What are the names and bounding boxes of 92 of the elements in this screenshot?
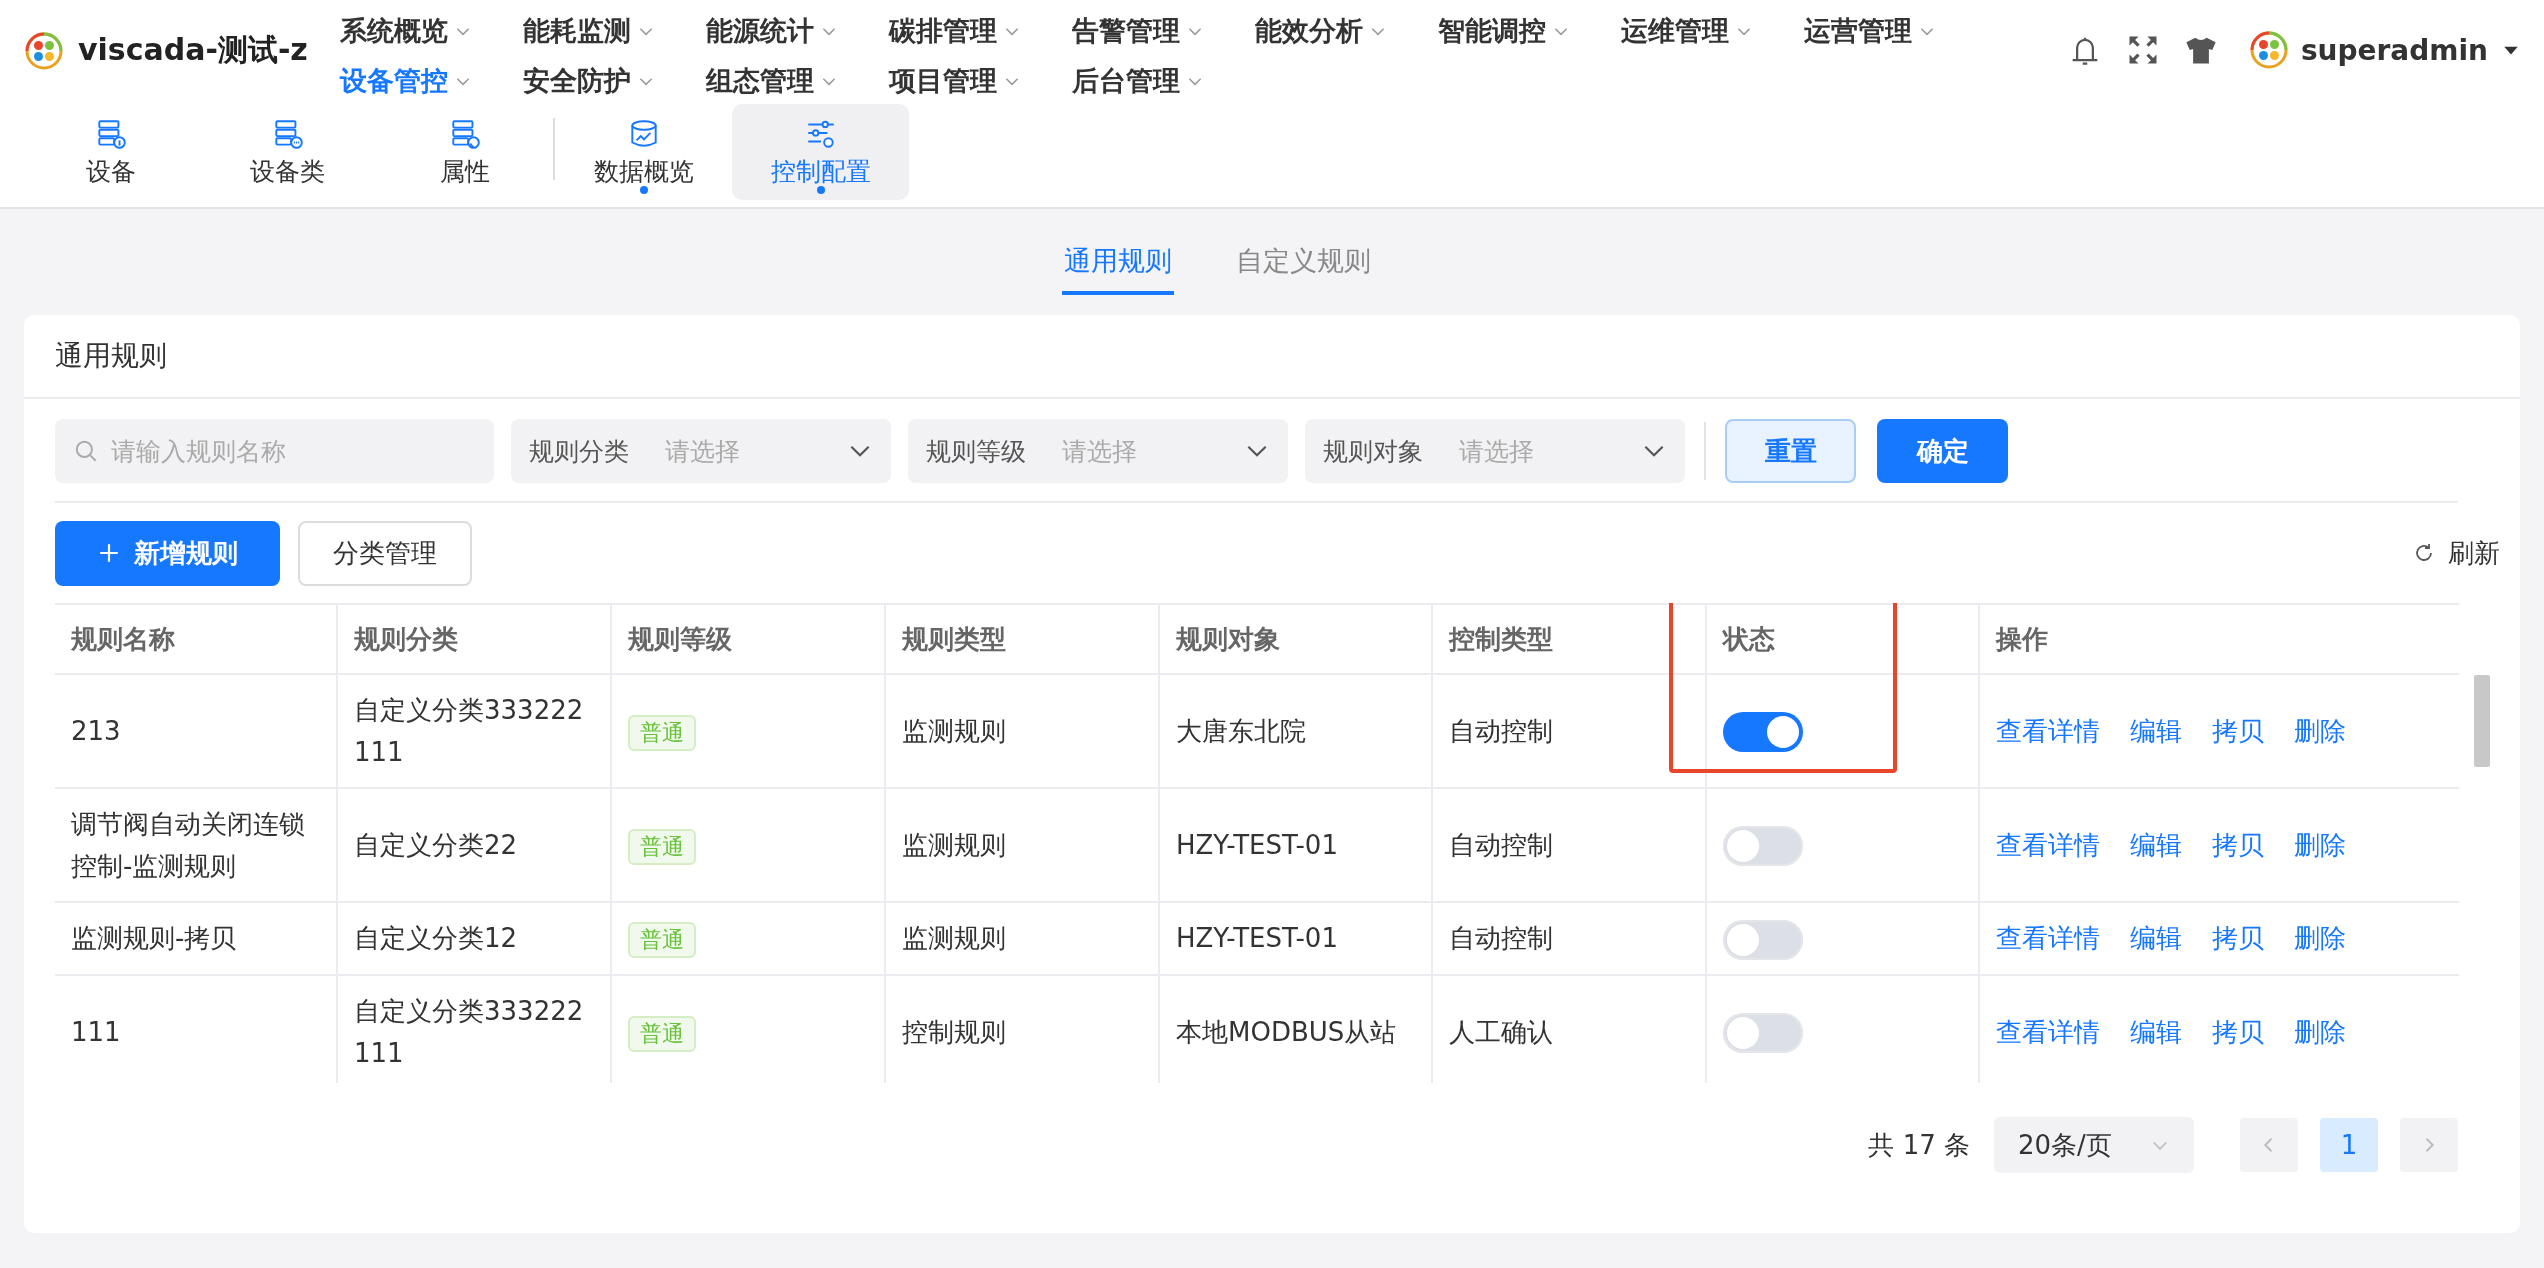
action-link[interactable]: 拷贝 [2212, 710, 2264, 752]
nav-menu-item[interactable]: 后台管理 [1072, 60, 1255, 102]
table-cell: 控制规则 [902, 1016, 1006, 1047]
sub-nav-tab[interactable]: 属性 [376, 104, 553, 200]
action-link[interactable]: 拷贝 [2212, 824, 2264, 866]
confirm-button[interactable]: 确定 [1877, 419, 2008, 483]
table-cell: 人工确认 [1449, 1016, 1553, 1047]
column-header: 规则类型 [902, 623, 1006, 654]
table-cell: 监测规则 [902, 716, 1006, 746]
search-field[interactable]: 请输入规则名称 [55, 419, 494, 483]
table-cell: 自定义分类22 [354, 830, 518, 860]
action-link[interactable]: 拷贝 [2212, 917, 2264, 960]
action-link[interactable]: 查看详情 [1996, 710, 2100, 752]
table-cell: 213 [71, 716, 121, 746]
select-field[interactable]: 规则等级 请选择 [908, 419, 1288, 483]
nav-menu-item[interactable]: 能效分析 [1255, 10, 1438, 52]
sub-nav-tab[interactable]: 设备类 [199, 104, 376, 200]
table-cell: 自定义分类333222111 [354, 695, 584, 767]
status-toggle[interactable] [1723, 919, 1803, 960]
table-cell: 自定义分类333222111 [354, 995, 584, 1068]
sub-nav-tab[interactable]: 控制配置 [732, 104, 909, 200]
nav-menu-item[interactable]: 能源统计 [706, 10, 889, 52]
action-link[interactable]: 删除 [2294, 710, 2346, 752]
sub-nav-tab[interactable]: 设备 [22, 104, 199, 200]
action-link[interactable]: 查看详情 [1996, 1010, 2100, 1053]
search-icon [73, 438, 99, 464]
action-link[interactable]: 查看详情 [1996, 917, 2100, 960]
status-toggle[interactable] [1723, 826, 1803, 867]
page-number-button[interactable]: 1 [2320, 1118, 2378, 1172]
table-cell: 大唐东北院 [1176, 716, 1306, 746]
table-cell: 监测规则 [902, 923, 1006, 954]
status-toggle[interactable] [1723, 712, 1803, 753]
action-link[interactable]: 编辑 [2130, 917, 2182, 960]
select-field[interactable]: 规则对象 请选择 [1305, 419, 1685, 483]
user-avatar-icon[interactable] [2248, 30, 2289, 70]
action-link[interactable]: 编辑 [2130, 1010, 2182, 1053]
table-cell: HZY-TEST-01 [1176, 923, 1338, 954]
action-link[interactable]: 编辑 [2130, 824, 2182, 866]
table-cell: 自动控制 [1449, 830, 1553, 860]
username[interactable]: superadmin [2300, 33, 2488, 67]
nav-menu-item[interactable]: 运营管理 [1804, 10, 1987, 52]
table-cell: 监测规则-拷贝 [71, 923, 237, 954]
scrollbar-thumb[interactable] [2474, 675, 2490, 767]
nav-menu-item[interactable]: 设备管控 [340, 60, 523, 102]
column-header: 规则等级 [628, 623, 732, 654]
status-toggle[interactable] [1723, 1012, 1803, 1053]
action-link[interactable]: 删除 [2294, 1010, 2346, 1053]
app-title: viscada-测试-z [78, 31, 308, 69]
action-link[interactable]: 查看详情 [1996, 824, 2100, 866]
reset-button[interactable]: 重置 [1725, 419, 1856, 483]
action-link[interactable]: 删除 [2294, 824, 2346, 866]
table-cell: 自动控制 [1449, 716, 1553, 746]
select-field[interactable]: 规则分类 请选择 [511, 419, 891, 483]
plus-icon [97, 542, 120, 564]
action-link[interactable]: 删除 [2294, 917, 2346, 960]
action-link[interactable]: 编辑 [2130, 710, 2182, 752]
nav-menu-item[interactable]: 系统概览 [340, 10, 523, 52]
category-manage-button[interactable]: 分类管理 [298, 520, 472, 586]
table-cell: 本地MODBUS从站 [1176, 1016, 1397, 1047]
page-tab[interactable]: 通用规则 [1061, 231, 1174, 295]
add-rule-button[interactable]: 新增规则 [55, 520, 280, 586]
column-header: 控制类型 [1449, 623, 1553, 654]
table-cell: 监测规则 [902, 830, 1006, 860]
column-header: 操作 [1996, 623, 2048, 654]
table-cell: 自动控制 [1449, 923, 1553, 954]
table-cell: 调节阀自动关闭连锁控制-监测规则 [71, 809, 305, 881]
nav-menu-item[interactable]: 运维管理 [1621, 10, 1804, 52]
column-header: 规则名称 [71, 623, 175, 654]
table-cell: 自定义分类12 [354, 923, 518, 954]
nav-menu-item[interactable]: 项目管理 [889, 60, 1072, 102]
nav-menu-item[interactable]: 告警管理 [1072, 10, 1255, 52]
table-cell: HZY-TEST-01 [1176, 830, 1338, 860]
logo-icon [24, 30, 64, 71]
nav-menu-item[interactable]: 组态管理 [706, 60, 889, 102]
column-header: 规则对象 [1176, 623, 1280, 654]
total-count: 共 17 条 [1868, 1128, 1970, 1162]
action-link[interactable]: 拷贝 [2212, 1010, 2264, 1053]
page-size-select[interactable]: 20条/页 [1994, 1117, 2194, 1173]
refresh-link[interactable]: 刷新 [2448, 535, 2500, 571]
level-tag: 普通 [628, 1015, 696, 1052]
sub-nav-tab[interactable]: 数据概览 [555, 104, 732, 200]
nav-menu-item[interactable]: 智能调控 [1438, 10, 1621, 52]
table-cell: 111 [71, 1016, 121, 1047]
nav-menu-item[interactable]: 能耗监测 [523, 10, 706, 52]
level-tag: 普通 [628, 715, 696, 751]
column-header: 状态 [1723, 623, 1775, 654]
nav-menu-item[interactable]: 碳排管理 [889, 10, 1072, 52]
level-tag: 普通 [628, 829, 696, 865]
card-title: 通用规则 [24, 315, 2520, 399]
nav-menu-item[interactable]: 安全防护 [523, 60, 706, 102]
column-header: 规则分类 [354, 623, 458, 654]
level-tag: 普通 [628, 922, 696, 959]
